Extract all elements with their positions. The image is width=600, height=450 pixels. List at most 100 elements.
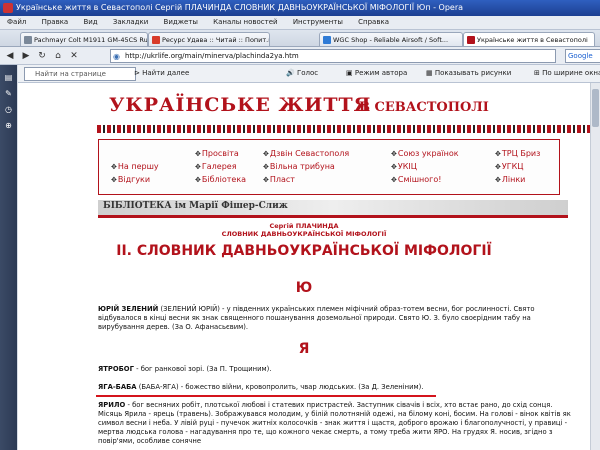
nav-label: Союз українок: [397, 149, 459, 158]
nav-links[interactable]: ✥Лінки: [495, 175, 525, 185]
library-banner: БІБЛІОТЕКА ім Марії Фішер-Слиж: [98, 200, 568, 218]
page-icon: [323, 36, 331, 44]
page-icon: [152, 36, 160, 44]
page-content: УКРАЇНСЬКЕ ЖИТТЯ В СЕВАСТОПОЛІ ✥На першу…: [18, 83, 590, 450]
menu-bar: Файл Правка Вид Закладки Виджеты Каналы …: [0, 16, 600, 30]
entry-term: ЯРИЛО: [98, 401, 126, 409]
search-field[interactable]: Google: [565, 49, 600, 63]
find-input[interactable]: Найти на странице: [24, 67, 136, 81]
entry-term: ЯГА-БАБА: [98, 383, 137, 391]
nav-label: Лінки: [501, 175, 526, 184]
back-icon[interactable]: ◀: [4, 50, 16, 62]
window-title: Українське життя в Севастополі Сергій ПЛ…: [16, 3, 464, 12]
nav-gallery[interactable]: ✥Галерея: [195, 162, 237, 172]
entry-yaga-baba: ЯГА-БАБА (БАБА-ЯГА) - божество війни, кр…: [98, 383, 578, 392]
tab-label: Українське життя в Севастополі: [477, 36, 588, 44]
nav-label: Дзвін Севастополя: [269, 149, 350, 158]
bookmarks-panel-icon[interactable]: ▤: [4, 73, 13, 82]
reload-icon[interactable]: ↻: [36, 50, 48, 62]
page-icon: [467, 36, 475, 44]
find-next-label: Найти далее: [142, 69, 190, 77]
tab-label: Ресурс Удава :: Читай :: Попит.ru: [162, 36, 270, 44]
page-icon: [24, 36, 32, 44]
title-bar: Українське життя в Севастополі Сергій ПЛ…: [0, 0, 600, 16]
nav-label: Вільна трибуна: [269, 162, 335, 171]
entry-text: (ЗЕЛЕНИЙ ЮРІЙ) - у південних українських…: [98, 305, 535, 331]
url-text: http://ukrlife.org/main/minerva/plachind…: [125, 52, 299, 60]
nav-ukic[interactable]: ✥УКІЦ: [391, 162, 417, 172]
nav-funny[interactable]: ✥Смішного!: [391, 175, 441, 185]
voice-button[interactable]: 🔊 Голос: [286, 65, 318, 82]
address-bar: ◀ ▶ ↻ ⌂ ✕ ◉ http://ukrlife.org/main/miner…: [0, 47, 600, 65]
menu-bookmarks[interactable]: Закладки: [106, 18, 154, 26]
nav-tribuna[interactable]: ✥Вільна трибуна: [263, 162, 335, 172]
fit-width-label: По ширине окна: [542, 69, 600, 77]
author-mode-label: Режим автора: [354, 69, 408, 77]
menu-help[interactable]: Справка: [351, 18, 395, 26]
entry-yarylo: ЯРИЛО - бог весняних робіт, плотської лю…: [98, 401, 578, 446]
menu-feeds[interactable]: Каналы новостей: [206, 18, 283, 26]
stop-icon[interactable]: ✕: [68, 50, 80, 62]
history-panel-icon[interactable]: ◷: [4, 105, 13, 114]
nav-label: ТРЦ Бриз: [501, 149, 541, 158]
notes-panel-icon[interactable]: ✎: [4, 89, 13, 98]
show-images-label: Показывать рисунки: [434, 69, 512, 77]
find-placeholder: Найти на странице: [35, 70, 106, 78]
globe-icon: ◉: [113, 52, 120, 61]
site-banner: УКРАЇНСЬКЕ ЖИТТЯ В СЕВАСТОПОЛІ: [97, 92, 590, 126]
tab-wgc[interactable]: WGC Shop - Reliable Airsoft / Soft...: [319, 32, 463, 46]
nav-prosvita[interactable]: ✥Просвіта: [195, 149, 239, 159]
tab-ukrlife[interactable]: Українське життя в Севастополі: [463, 32, 595, 46]
tab-bar: Pachmayr Colt M1911 GM-45CS Ru... Ресурс…: [0, 30, 600, 47]
banner-title: УКРАЇНСЬКЕ ЖИТТЯ: [109, 94, 372, 116]
nav-soyuz[interactable]: ✥Союз українок: [391, 149, 459, 159]
forward-icon[interactable]: ▶: [20, 50, 32, 62]
nav-label: Галерея: [201, 162, 237, 171]
article-subtitle: СЛОВНИК ДАВНЬОУКРАЇНСЬКОЇ МІФОЛОГІЇ: [221, 230, 387, 238]
fit-width-button[interactable]: ⊞ По ширине окна: [534, 65, 600, 82]
nav-library[interactable]: ✥Бібліотека: [195, 175, 246, 185]
nav-bryz[interactable]: ✥ТРЦ Бриз: [495, 149, 540, 159]
menu-tools[interactable]: Инструменты: [286, 18, 349, 26]
entry-text: (БАБА-ЯГА) - божество війни, кровопролит…: [136, 383, 424, 391]
menu-edit[interactable]: Правка: [35, 18, 75, 26]
nav-dzvin[interactable]: ✥Дзвін Севастополя: [263, 149, 349, 159]
nav-home[interactable]: ✥На першу: [111, 162, 159, 172]
show-images-button[interactable]: ▦ Показывать рисунки: [426, 65, 511, 82]
nav-label: УКІЦ: [397, 162, 417, 171]
nav-label: Просвіта: [201, 149, 239, 158]
library-banner-text: БІБЛІОТЕКА ім Марії Фішер-Слиж: [103, 201, 288, 211]
tab-resource[interactable]: Ресурс Удава :: Читай :: Попит.ru: [148, 32, 270, 46]
tab-pachmayr[interactable]: Pachmayr Colt M1911 GM-45CS Ru...: [20, 32, 148, 46]
find-toolbar: Найти на странице ⊳ Найти далее 🔊 Голос …: [18, 65, 600, 83]
author-mode-button[interactable]: ▣ Режим автора: [346, 65, 407, 82]
menu-widgets[interactable]: Виджеты: [157, 18, 204, 26]
nav-label: Смішного!: [397, 175, 442, 184]
letter-heading-yu: Ю: [295, 280, 313, 296]
nav-label: Бібліотека: [201, 175, 247, 184]
nav-label: УГКЦ: [501, 162, 524, 171]
nav-feedback[interactable]: ✥Відгуки: [111, 175, 150, 185]
find-next-button[interactable]: ⊳ Найти далее: [134, 65, 189, 82]
downloads-panel-icon[interactable]: ⊕: [4, 121, 13, 130]
home-icon[interactable]: ⌂: [52, 50, 64, 62]
nav-label: Пласт: [269, 175, 295, 184]
tab-label: Pachmayr Colt M1911 GM-45CS Ru...: [34, 36, 148, 44]
url-field[interactable]: ◉ http://ukrlife.org/main/minerva/plachin…: [110, 49, 556, 63]
nav-plast[interactable]: ✥Пласт: [263, 175, 295, 185]
entry-term: ЯТРОБОГ: [98, 365, 134, 373]
voice-label: Голос: [296, 69, 319, 77]
entry-term: ЮРІЙ ЗЕЛЕНИЙ: [98, 305, 159, 313]
opera-icon: [3, 3, 13, 13]
menu-file[interactable]: Файл: [0, 18, 32, 26]
scrollbar-thumb[interactable]: [592, 89, 599, 127]
nav-label: Відгуки: [117, 175, 151, 184]
side-panel: ▤ ✎ ◷ ⊕: [0, 65, 17, 450]
entry-text: - бог весняних робіт, плотської любові і…: [98, 401, 571, 445]
vertical-scrollbar[interactable]: [590, 83, 600, 450]
article-heading: ІІ. СЛОВНИК ДАВНЬОУКРАЇНСЬКОЇ МІФОЛОГІЇ: [116, 243, 492, 259]
nav-ugkc[interactable]: ✥УГКЦ: [495, 162, 524, 172]
highlight-underline: [96, 395, 436, 397]
menu-view[interactable]: Вид: [76, 18, 103, 26]
banner-subtitle: В СЕВАСТОПОЛІ: [359, 100, 489, 115]
